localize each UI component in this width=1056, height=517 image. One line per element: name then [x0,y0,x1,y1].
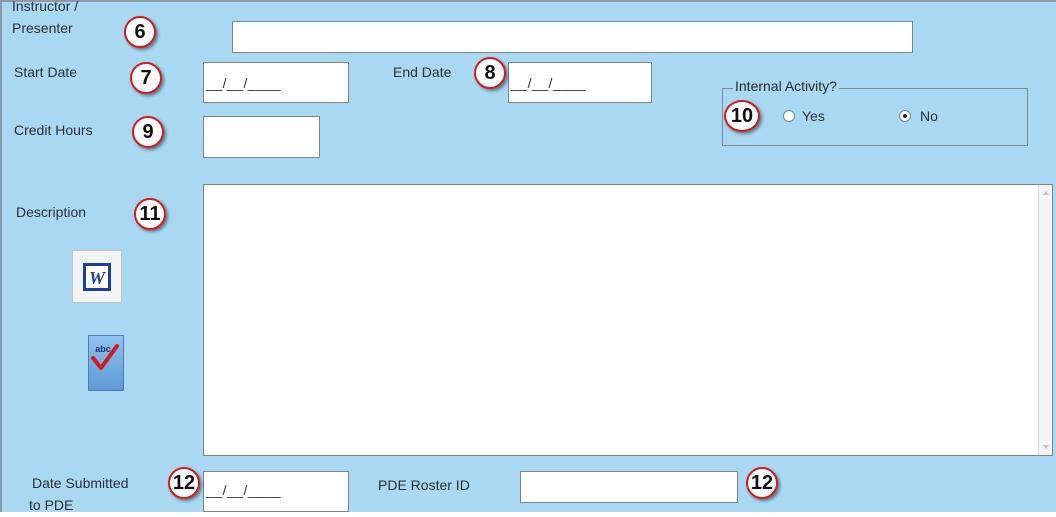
word-document-button[interactable]: W [72,250,122,303]
description-scrollbar[interactable] [1038,185,1052,455]
scroll-down-icon[interactable] [1043,445,1049,449]
spell-check-button[interactable]: abc [88,335,124,391]
bottom-edge [0,512,1056,517]
start-date-input[interactable]: __/__/____ [203,62,349,103]
radio-no[interactable] [899,110,911,122]
pde-roster-id-label: PDE Roster ID [378,477,470,493]
date-submitted-label-line2: to PDE [29,497,74,513]
word-document-icon: W [83,262,111,291]
date-submitted-label: Date Submitted to PDE [29,474,129,514]
radio-yes-label: Yes [802,108,825,124]
radio-yes[interactable] [783,110,795,122]
end-date-input[interactable]: __/__/____ [508,62,652,103]
instructor-input[interactable] [232,21,913,53]
date-submitted-input[interactable]: __/__/____ [203,471,349,512]
spell-glyph: abc [95,344,111,354]
internal-activity-group [722,88,1028,146]
pde-roster-id-input[interactable] [520,471,738,503]
radio-no-selected-dot [903,114,907,118]
callout-start-date: 7 [130,62,162,94]
end-date-label: End Date [393,64,452,80]
start-date-label: Start Date [14,64,78,80]
credit-hours-label: Credit Hours [14,122,93,138]
date-submitted-label-line1: Date Submitted [32,475,129,491]
instructor-label-line1: Instructor / [12,0,79,14]
callout-date-submitted: 12 [168,467,200,499]
description-textarea[interactable] [203,184,1053,456]
internal-activity-label: Internal Activity? [733,76,839,96]
callout-credit-hours: 9 [132,116,164,148]
callout-end-date: 8 [474,57,506,89]
callout-pde-roster-id: 12 [746,467,778,499]
callout-internal-activity: 10 [724,100,760,132]
scroll-up-icon[interactable] [1043,191,1049,195]
description-label: Description [16,204,87,220]
instructor-label: Instructor / Presenter [12,0,78,37]
callout-description: 11 [134,198,166,230]
credit-hours-input[interactable] [203,116,320,158]
word-glyph: W [89,268,107,288]
instructor-label-line2: Presenter [12,20,73,36]
callout-instructor: 6 [124,16,156,48]
radio-no-label: No [920,108,938,124]
spell-check-icon: abc [91,344,119,370]
